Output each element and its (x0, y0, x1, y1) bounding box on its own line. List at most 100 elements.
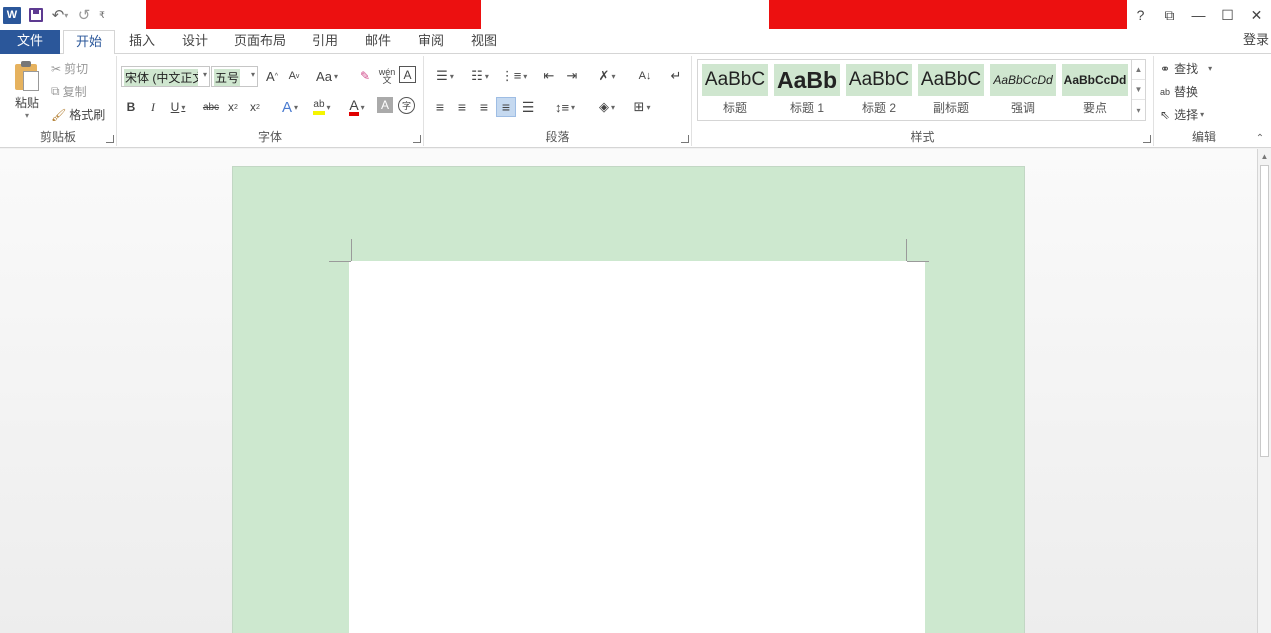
change-case-button[interactable]: Aa (312, 66, 342, 86)
font-size-combo[interactable]: 五号 ▾ (211, 66, 258, 87)
replace-button[interactable]: ab 替换 (1160, 83, 1198, 100)
font-group-label: 字体 (257, 130, 282, 144)
text-effects-icon[interactable]: A (276, 97, 304, 117)
chinese-layout-icon[interactable]: ✗ (592, 66, 622, 86)
ribbon-display-options-button[interactable]: ⧉ (1155, 0, 1184, 30)
font-name-combo[interactable]: 宋体 (中文正文) ▾ (121, 66, 210, 87)
tab-insert[interactable]: 插入 (128, 30, 156, 54)
style-preview: AaBb (774, 64, 840, 96)
superscript-icon[interactable]: x2 (245, 97, 265, 117)
show-marks-icon[interactable]: ↵ (666, 66, 686, 86)
style-gallery-scroll: ▲ ▼ ▾ (1131, 60, 1145, 120)
word-app-icon[interactable]: W (0, 4, 24, 26)
sort-icon[interactable]: A↓ (635, 66, 655, 86)
character-border-icon[interactable]: A (399, 66, 416, 83)
find-button[interactable]: ⚭ 查找 ▾ (1160, 60, 1212, 77)
clipboard-launcher-icon[interactable] (106, 135, 114, 143)
tab-references[interactable]: 引用 (310, 30, 340, 54)
phonetic-guide-icon[interactable]: wén 文 (377, 66, 397, 86)
increase-indent-icon[interactable]: ⇥ (562, 66, 582, 86)
paste-button[interactable]: 粘贴 ▾ (10, 60, 44, 120)
shrink-font-button[interactable]: Av (284, 66, 304, 86)
underline-icon: U (170, 100, 180, 114)
styles-launcher-icon[interactable] (1143, 135, 1151, 143)
vertical-scrollbar[interactable]: ▲ (1257, 149, 1271, 633)
bold-button[interactable]: B (121, 97, 141, 117)
font-launcher-icon[interactable] (413, 135, 421, 143)
scroll-up-icon[interactable]: ▲ (1258, 149, 1271, 163)
numbering-icon[interactable]: ☷ (465, 66, 495, 86)
customize-qat-icon[interactable]: ₹ (96, 4, 108, 26)
align-left-icon[interactable]: ≡ (430, 97, 450, 117)
select-label: 选择 (1174, 108, 1199, 122)
clear-formatting-icon[interactable]: ✎ (355, 66, 375, 86)
tab-layout[interactable]: 页面布局 (233, 30, 287, 54)
editing-group-label: 编辑 (1191, 130, 1216, 144)
style-name: 强调 (1010, 101, 1035, 115)
style-emphasis[interactable]: AaBbCcDd 强调 (990, 64, 1056, 116)
help-button[interactable]: ? (1126, 0, 1155, 30)
style-gallery: AaBbC 标题 AaBb 标题 1 AaBbC 标题 2 AaBbC 副标题 … (697, 59, 1146, 121)
replace-label: 替换 (1174, 85, 1199, 99)
subscript-icon[interactable]: x2 (223, 97, 243, 117)
scrollbar-thumb[interactable] (1260, 165, 1269, 457)
style-strong[interactable]: AaBbCcDd 要点 (1062, 64, 1128, 116)
gallery-more-icon[interactable]: ▾ (1132, 100, 1145, 120)
justify-icon[interactable]: ≡ (496, 97, 516, 117)
gallery-up-icon[interactable]: ▲ (1132, 60, 1145, 80)
format-painter-button[interactable]: 🖌 格式刷 (51, 106, 105, 123)
undo-icon[interactable]: ↶ ▾ (48, 4, 72, 26)
page-text-area[interactable] (349, 261, 925, 633)
style-heading-1[interactable]: AaBb 标题 1 (774, 64, 840, 116)
align-right-icon[interactable]: ≡ (474, 97, 494, 117)
shading-icon[interactable]: ◈ (592, 97, 622, 117)
save-icon[interactable] (24, 4, 48, 26)
ribbon-tabs: 文件 开始 插入 设计 页面布局 引用 邮件 审阅 视图 登录 (0, 30, 1271, 55)
bullets-icon[interactable]: ☰ (430, 66, 460, 86)
style-title[interactable]: AaBbC 标题 (702, 64, 768, 116)
shrink-font-icon: A (288, 70, 296, 82)
multilevel-list-icon[interactable]: ⋮≡ (499, 66, 529, 86)
line-spacing-icon[interactable]: ↕≡ (550, 97, 580, 117)
tab-review[interactable]: 审阅 (416, 30, 446, 54)
italic-button[interactable]: I (143, 97, 163, 117)
font-size-value: 五号 (214, 69, 241, 86)
crop-mark (907, 261, 929, 262)
collapse-ribbon-icon[interactable]: ⌃ (1250, 128, 1270, 148)
highlight-color-icon[interactable]: ab (308, 97, 336, 117)
tab-home[interactable]: 开始 (63, 30, 115, 55)
paragraph-launcher-icon[interactable] (681, 135, 689, 143)
paragraph-group-label: 段落 (545, 130, 570, 144)
copy-button[interactable]: ⧉ 复制 (51, 83, 87, 100)
style-preview: AaBbC (846, 64, 912, 96)
minimize-button[interactable]: — (1184, 0, 1213, 30)
clipboard-group-label: 剪贴板 (39, 130, 76, 144)
font-color-icon[interactable]: A (343, 97, 371, 117)
style-subtitle[interactable]: AaBbC 副标题 (918, 64, 984, 116)
distributed-icon[interactable]: ☰ (518, 97, 538, 117)
enclose-characters-icon[interactable]: 字 (398, 97, 415, 114)
document-area[interactable] (0, 149, 1257, 633)
maximize-button[interactable]: ☐ (1213, 0, 1242, 30)
tab-view[interactable]: 视图 (469, 30, 499, 54)
gallery-down-icon[interactable]: ▼ (1132, 80, 1145, 100)
select-button[interactable]: ⇖ 选择 ▾ (1160, 106, 1204, 123)
decrease-indent-icon[interactable]: ⇤ (539, 66, 559, 86)
borders-icon[interactable]: ⊞ (627, 97, 657, 117)
character-shading-icon[interactable]: A (377, 97, 393, 113)
strikethrough-button[interactable]: abc (199, 97, 223, 117)
redo-icon[interactable]: ↺ (72, 4, 96, 26)
change-case-icon: Aa (316, 68, 332, 84)
tab-design[interactable]: 设计 (180, 30, 210, 54)
tab-mailings[interactable]: 邮件 (363, 30, 393, 54)
styles-group-label: 样式 (910, 130, 935, 144)
close-button[interactable]: ✕ (1242, 0, 1271, 30)
underline-button[interactable]: U (165, 97, 191, 117)
style-heading-2[interactable]: AaBbC 标题 2 (846, 64, 912, 116)
grow-font-button[interactable]: A ^ (262, 66, 282, 86)
align-center-icon[interactable]: ≡ (452, 97, 472, 117)
login-link[interactable]: 登录 (1243, 30, 1269, 54)
tab-file[interactable]: 文件 (0, 30, 60, 54)
cut-button[interactable]: ✂ 剪切 (51, 60, 88, 77)
document-page[interactable] (232, 166, 1025, 633)
